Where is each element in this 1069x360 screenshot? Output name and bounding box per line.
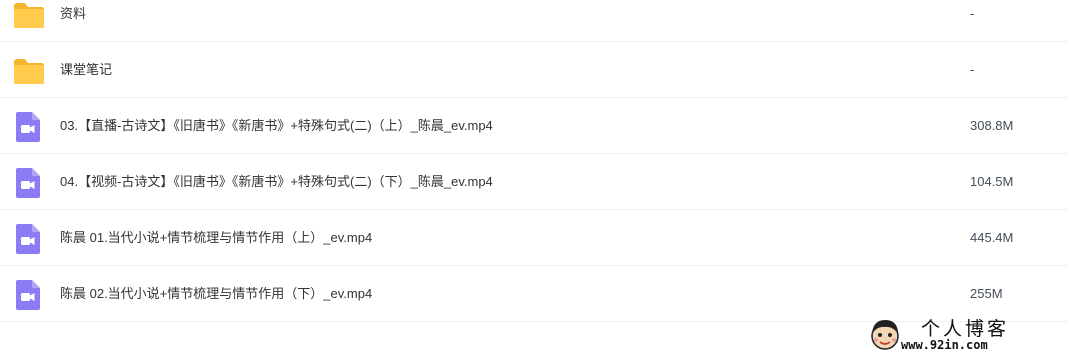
file-size: 104.5M — [970, 174, 1014, 189]
folder-icon — [12, 0, 46, 30]
file-list: 资料 - 课堂笔记 - 03.【直播-古诗文】《旧唐书》《新唐书》+特殊句式(二… — [0, 0, 1069, 322]
file-size: - — [970, 6, 975, 21]
video-file-icon — [12, 168, 46, 198]
file-row-video-04[interactable]: 04.【视频-古诗文】《旧唐书》《新唐书》+特殊句式(二)（下）_陈晨_ev.m… — [0, 154, 1069, 210]
blog-watermark: 个人博客 www.92in.com — [865, 312, 1055, 356]
file-row-folder-notes[interactable]: 课堂笔记 - — [0, 42, 1069, 98]
file-name[interactable]: 陈晨 01.当代小说+情节梳理与情节作用（上）_ev.mp4 — [60, 210, 372, 266]
file-row-folder-ziliao[interactable]: 资料 - — [0, 0, 1069, 42]
file-name[interactable]: 课堂笔记 — [60, 42, 112, 98]
video-file-icon — [12, 112, 46, 142]
watermark-url: www.92in.com — [901, 338, 988, 352]
watermark-title: 个人博客 — [921, 318, 1010, 340]
file-size: 445.4M — [970, 230, 1014, 245]
cartoon-avatar-icon — [865, 314, 905, 354]
file-name[interactable]: 陈晨 02.当代小说+情节梳理与情节作用（下）_ev.mp4 — [60, 266, 372, 322]
file-name[interactable]: 03.【直播-古诗文】《旧唐书》《新唐书》+特殊句式(二)（上）_陈晨_ev.m… — [60, 98, 493, 154]
file-name[interactable]: 04.【视频-古诗文】《旧唐书》《新唐书》+特殊句式(二)（下）_陈晨_ev.m… — [60, 154, 493, 210]
file-size: - — [970, 62, 975, 77]
file-size: 308.8M — [970, 118, 1014, 133]
file-row-video-03[interactable]: 03.【直播-古诗文】《旧唐书》《新唐书》+特殊句式(二)（上）_陈晨_ev.m… — [0, 98, 1069, 154]
file-row-video-chenchen-01[interactable]: 陈晨 01.当代小说+情节梳理与情节作用（上）_ev.mp4 445.4M — [0, 210, 1069, 266]
folder-icon — [12, 56, 46, 86]
file-name[interactable]: 资料 — [60, 0, 86, 42]
video-file-icon — [12, 224, 46, 254]
video-file-icon — [12, 280, 46, 310]
